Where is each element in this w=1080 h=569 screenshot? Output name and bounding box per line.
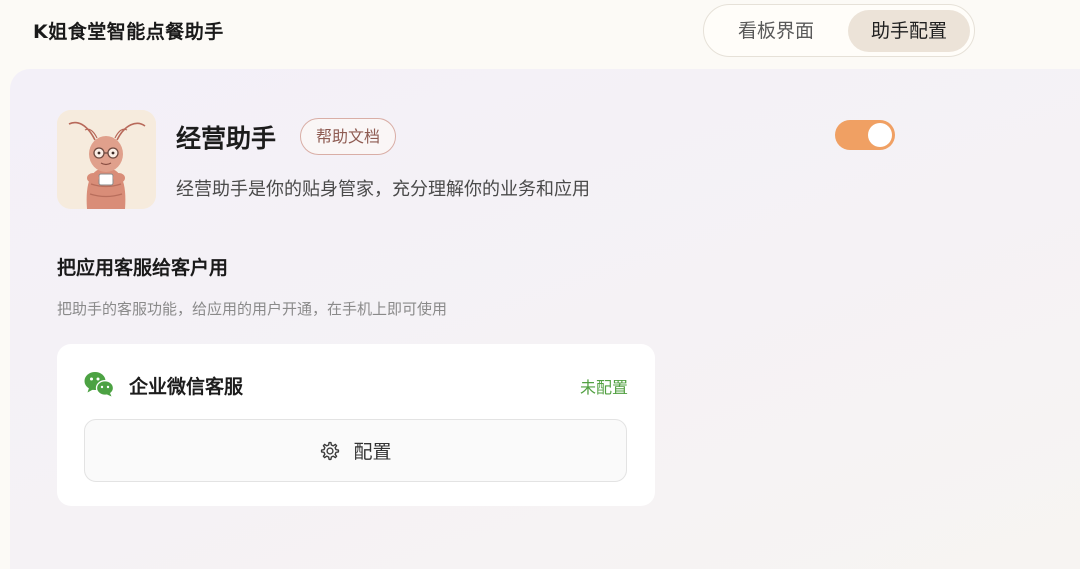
config-panel: 经营助手 帮助文档 经营助手是你的贴身管家，充分理解你的业务和应用 把应用客服给… (10, 69, 1080, 569)
assistant-description: 经营助手是你的贴身管家，充分理解你的业务和应用 (176, 179, 590, 200)
wechat-icon (84, 372, 114, 397)
wecom-service-card: 企业微信客服 未配置 配置 (57, 344, 655, 506)
tab-dashboard[interactable]: 看板界面 (712, 10, 840, 52)
section-title: 把应用客服给客户用 (57, 257, 229, 279)
section-description: 把助手的客服功能，给应用的用户开通，在手机上即可使用 (57, 300, 448, 318)
tab-assistant-config[interactable]: 助手配置 (848, 10, 970, 52)
assistant-name: 经营助手 (176, 124, 277, 153)
config-status-badge: 未配置 (579, 378, 628, 397)
configure-button-content: 配置 (85, 420, 626, 481)
top-bar: K姐食堂智能点餐助手 看板界面 助手配置 (0, 0, 1080, 62)
shrimp-mascot-icon (57, 110, 156, 209)
assistant-enable-toggle[interactable] (835, 120, 895, 150)
help-docs-link[interactable]: 帮助文档 (300, 118, 397, 155)
channel-name: 企业微信客服 (129, 376, 244, 398)
view-switcher: 看板界面 助手配置 (703, 4, 975, 57)
gear-icon (321, 441, 340, 460)
configure-label: 配置 (353, 441, 392, 463)
configure-button[interactable]: 配置 (84, 419, 627, 482)
app-title: K姐食堂智能点餐助手 (33, 21, 224, 43)
toggle-knob (868, 123, 892, 147)
